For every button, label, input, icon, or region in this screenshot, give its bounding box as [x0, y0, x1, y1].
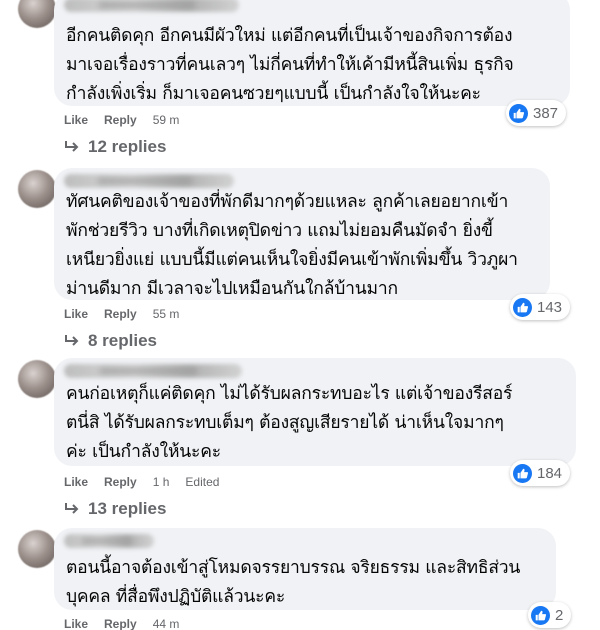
replies-label: 13 replies: [88, 499, 167, 518]
view-replies-button[interactable]: 8 replies: [64, 330, 157, 352]
commenter-name-redacted[interactable]: [64, 534, 154, 548]
view-replies-button[interactable]: 13 replies: [64, 498, 166, 520]
reaction-count-value: 143: [537, 298, 563, 316]
avatar[interactable]: [18, 360, 56, 398]
comment-line: บุคคล ที่สื่อพึงปฏิบัติแล้วนะคะ: [66, 587, 286, 607]
thumbs-up-icon: [513, 297, 532, 317]
comment-bubble: คนก่อเหตุก็แค่ติดคุก ไม่ได้รับผลกระทบอะไ…: [54, 358, 576, 466]
commenter-name-redacted[interactable]: [64, 364, 242, 378]
comment-line: ทัศนคติของเจ้าของที่พักดีมากๆด้วยแหละ ลู…: [66, 192, 509, 212]
reaction-count[interactable]: 143: [510, 294, 571, 320]
comment-line: เหนียวยิ่งแย่ แบบนี้มีแต่คนเห็นใจยิ่งมีค…: [66, 250, 518, 270]
avatar[interactable]: [18, 0, 56, 28]
reply-arrow-icon: [65, 503, 79, 514]
like-link[interactable]: Like: [64, 617, 88, 630]
reply-link[interactable]: Reply: [104, 617, 137, 630]
comment-text: อีกคนติดคุก อีกคนมีผัวใหม่ แต่อีกคนที่เป…: [66, 22, 554, 109]
reply-link[interactable]: Reply: [104, 475, 137, 489]
comment-timestamp[interactable]: 55 m: [153, 307, 180, 321]
comment-line: คนก่อเหตุก็แค่ติดคุก ไม่ได้รับผลกระทบอะไ…: [66, 384, 513, 404]
reaction-count[interactable]: 387: [506, 100, 567, 126]
comment-bubble: ตอนนี้อาจต้องเข้าสู่โหมดจรรยาบรรณ จริยธร…: [54, 528, 556, 610]
reaction-count[interactable]: 2: [528, 602, 572, 628]
reaction-count[interactable]: 184: [510, 460, 571, 486]
replies-label: 8 replies: [88, 331, 157, 350]
like-link[interactable]: Like: [64, 475, 88, 489]
thumbs-up-icon: [513, 463, 532, 483]
reaction-count-value: 2: [555, 606, 564, 624]
commenter-name-redacted[interactable]: [64, 0, 239, 12]
like-link[interactable]: Like: [64, 113, 88, 127]
thumbs-up-icon: [531, 605, 550, 625]
reply-arrow-icon: [65, 141, 79, 152]
comment-bubble: ทัศนคติของเจ้าของที่พักดีมากๆด้วยแหละ ลู…: [54, 168, 550, 300]
commenter-name-redacted[interactable]: [64, 174, 234, 188]
reply-link[interactable]: Reply: [104, 113, 137, 127]
reply-link[interactable]: Reply: [104, 307, 137, 321]
avatar[interactable]: [18, 530, 56, 568]
comment-actions: Like Reply 59 m: [64, 112, 179, 128]
comment-line: พักช่วยรีวิว บางที่เกิดเหตุปิดข่าว แถมไม…: [66, 221, 493, 241]
comment-text: คนก่อเหตุก็แค่ติดคุก ไม่ได้รับผลกระทบอะไ…: [66, 380, 560, 467]
comment-line: ตนี่สิ ได้รับผลกระทบเต็มๆ ต้องสูญเสียราย…: [66, 413, 504, 433]
comment-line: ม่านดีมาก มีเวลาจะไปเหมือนกันใกล้บ้านมาก: [66, 279, 398, 299]
reaction-count-value: 387: [533, 104, 559, 122]
view-replies-button[interactable]: 12 replies: [64, 136, 166, 158]
comment-actions: Like Reply 55 m: [64, 306, 179, 322]
comment-timestamp[interactable]: 59 m: [153, 113, 180, 127]
comment-text: ทัศนคติของเจ้าของที่พักดีมากๆด้วยแหละ ลู…: [66, 188, 534, 304]
like-link[interactable]: Like: [64, 307, 88, 321]
reaction-count-value: 184: [537, 464, 563, 482]
thumbs-up-icon: [509, 103, 528, 123]
comment-line: ตอนนี้อาจต้องเข้าสู่โหมดจรรยาบรรณ จริยธร…: [66, 558, 521, 578]
comment-bubble: อีกคนติดคุก อีกคนมีผัวใหม่ แต่อีกคนที่เป…: [54, 0, 570, 106]
comment-text: ตอนนี้อาจต้องเข้าสู่โหมดจรรยาบรรณ จริยธร…: [66, 554, 540, 612]
avatar[interactable]: [18, 170, 56, 208]
edited-label: Edited: [185, 475, 220, 489]
comment-actions: Like Reply 44 m: [64, 616, 179, 630]
reply-arrow-icon: [65, 335, 79, 346]
comment-line: อีกคนติดคุก อีกคนมีผัวใหม่ แต่อีกคนที่เป…: [66, 26, 513, 46]
comment-timestamp[interactable]: 1 h: [153, 475, 170, 489]
comment-actions: Like Reply 1 h Edited: [64, 474, 219, 490]
comment-line: มาเจอเรื่องราวที่คนเลวๆ ไม่กี่คนที่ทำให้…: [66, 55, 514, 75]
comment-line: กำลังเพิ่งเริ่ม ก็มาเจอคนซวยๆแบบนี้ เป็น…: [66, 84, 481, 104]
replies-label: 12 replies: [88, 137, 167, 156]
comment-timestamp[interactable]: 44 m: [153, 617, 180, 630]
comment-line: ค่ะ เป็นกำลังให้นะคะ: [66, 442, 221, 462]
